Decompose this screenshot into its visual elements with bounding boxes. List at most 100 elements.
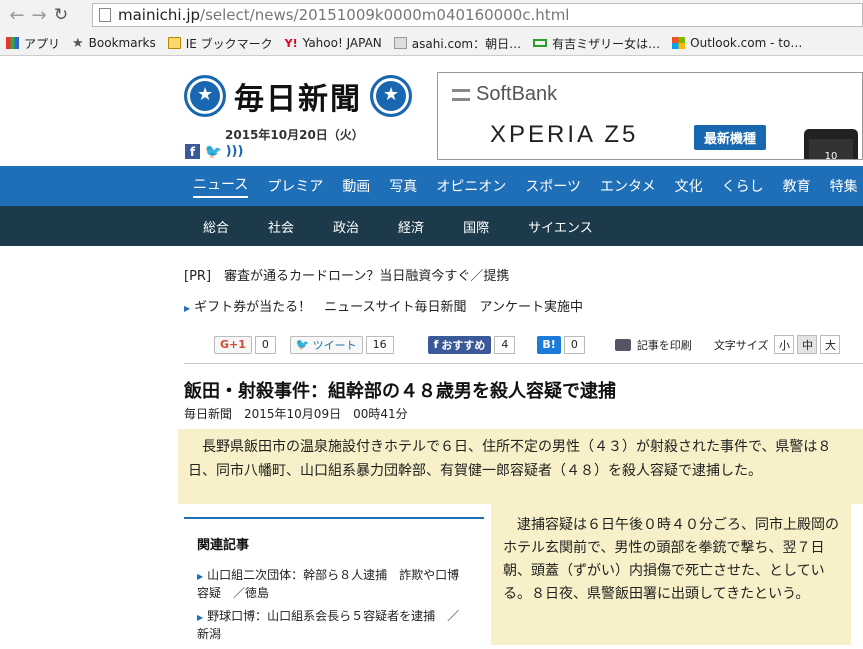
back-arrow-icon[interactable]: ← bbox=[6, 4, 28, 26]
google-plus-button[interactable]: G+1 bbox=[214, 335, 252, 354]
browser-chrome: ← → ↻ mainichi.jp/select/news/20151009k0… bbox=[0, 0, 863, 56]
pr-link[interactable]: [PR] 審査が通るカードローン？当日融資今すぐ／提携 bbox=[184, 265, 509, 284]
subnav-item-economy[interactable]: 経済 bbox=[398, 217, 424, 236]
font-size-large-button[interactable]: 大 bbox=[820, 335, 841, 354]
nav-item-premier[interactable]: プレミア bbox=[267, 176, 323, 196]
reload-icon[interactable]: ↻ bbox=[50, 4, 72, 26]
related-item[interactable]: ▶ 野球口博：山口組系会長ら５容疑者を逮捕 ／新潟 bbox=[197, 608, 484, 643]
share-bar: G+1 0 🐦 ツイート 16 f おすすめ 4 B! 0 記事を印刷 文字サイズ … bbox=[214, 335, 841, 354]
ad-brand: SoftBank bbox=[452, 83, 557, 106]
article-byline: 毎日新聞 2015年10月09日 00時41分 bbox=[184, 407, 408, 421]
sub-nav: 総合 社会 政治 経済 国際 サイエンス bbox=[0, 206, 863, 246]
tweet-button[interactable]: 🐦 ツイート bbox=[289, 335, 363, 354]
site-header: 毎日新聞 2015年10月20日（火） f 🐦 ))) SoftBank XPE… bbox=[0, 56, 863, 166]
hatena-count: 0 bbox=[563, 335, 585, 354]
font-size-medium-button[interactable]: 中 bbox=[797, 335, 818, 354]
nav-item-opinion[interactable]: オピニオン bbox=[436, 176, 506, 196]
social-links: f 🐦 ))) bbox=[185, 144, 244, 160]
nav-item-life[interactable]: くらし bbox=[722, 176, 764, 196]
google-plus-count: 0 bbox=[254, 335, 276, 354]
facebook-recommend-button[interactable]: f おすすめ bbox=[427, 335, 492, 354]
tweet-count: 16 bbox=[365, 335, 394, 354]
forward-arrow-icon[interactable]: → bbox=[28, 4, 50, 26]
yahoo-icon: Y! bbox=[284, 36, 298, 50]
print-button[interactable]: 記事を印刷 bbox=[614, 337, 692, 353]
subnav-item-international[interactable]: 国際 bbox=[463, 217, 489, 236]
bookmark-asahi[interactable]: asahi.com：朝日… bbox=[393, 35, 522, 52]
bookmark-ie[interactable]: IE ブックマーク bbox=[167, 35, 273, 52]
microsoft-icon bbox=[672, 37, 686, 49]
twitter-icon[interactable]: 🐦 bbox=[205, 144, 222, 160]
subnav-item-general[interactable]: 総合 bbox=[203, 217, 229, 236]
nav-item-video[interactable]: 動画 bbox=[342, 176, 370, 196]
nav-item-news[interactable]: ニュース bbox=[193, 174, 249, 198]
bookmark-yahoo[interactable]: Y! Yahoo! JAPAN bbox=[285, 36, 382, 50]
phone-image: 1035 bbox=[804, 129, 858, 159]
main-nav: ニュース プレミア 動画 写真 オピニオン スポーツ エンタメ 文化 くらし 教… bbox=[0, 166, 863, 206]
bookmark-outlook[interactable]: Outlook.com - to… bbox=[672, 36, 802, 50]
mainichi-emblem-icon bbox=[184, 75, 226, 117]
nav-item-sports[interactable]: スポーツ bbox=[525, 176, 581, 196]
twitter-bird-icon: 🐦 bbox=[295, 338, 310, 351]
url-path: /select/news/20151009k0000m040160000c.ht… bbox=[200, 6, 570, 24]
subnav-item-science[interactable]: サイエンス bbox=[528, 217, 593, 236]
nav-item-photo[interactable]: 写真 bbox=[389, 176, 417, 196]
hatena-bookmark-button[interactable]: B! bbox=[537, 335, 561, 354]
article-headline: 飯田・射殺事件：組幹部の４８歳男を殺人容疑で逮捕 bbox=[184, 381, 616, 402]
nav-item-education[interactable]: 教育 bbox=[783, 176, 811, 196]
site-logo[interactable]: 毎日新聞 bbox=[184, 74, 412, 118]
bookmark-label: 有吉ミザリー女は… bbox=[552, 36, 661, 51]
nav-item-culture[interactable]: 文化 bbox=[675, 176, 703, 196]
related-item[interactable]: ▶ 山口組二次団体：幹部ら８人逮捕 詐欺や口博容疑 ／徳島 bbox=[197, 567, 484, 602]
facebook-recommend-label: おすすめ bbox=[441, 338, 486, 352]
bookmark-label: Bookmarks bbox=[88, 36, 156, 50]
subnav-item-politics[interactable]: 政治 bbox=[333, 217, 359, 236]
nav-item-entame[interactable]: エンタメ bbox=[600, 176, 656, 196]
promo-text: ギフト券が当たる！ ニュースサイト毎日新聞 アンケート実施中 bbox=[194, 300, 583, 315]
related-item-text: 野球口博：山口組系会長ら５容疑者を逮捕 ／新潟 bbox=[197, 609, 460, 641]
header-date: 2015年10月20日（火） bbox=[225, 128, 364, 142]
folder-icon bbox=[167, 37, 181, 49]
printer-icon bbox=[614, 338, 631, 351]
bookmark-ariyoshi[interactable]: 有吉ミザリー女は… bbox=[533, 35, 660, 52]
url-host: mainichi.jp bbox=[118, 6, 201, 24]
font-size-label: 文字サイズ bbox=[713, 338, 769, 352]
bookmark-label: asahi.com：朝日… bbox=[411, 36, 522, 51]
logo-text: 毎日新聞 bbox=[234, 82, 362, 117]
bookmark-label: アプリ bbox=[24, 36, 61, 51]
print-label: 記事を印刷 bbox=[636, 338, 692, 352]
page-icon bbox=[99, 8, 111, 22]
apps-icon bbox=[6, 37, 19, 49]
triangle-bullet-icon: ▶ bbox=[197, 613, 204, 622]
share-divider bbox=[184, 363, 863, 364]
facebook-icon[interactable]: f bbox=[185, 144, 200, 159]
promo-link[interactable]: ▶ ギフト券が当たる！ ニュースサイト毎日新聞 アンケート実施中 bbox=[184, 296, 583, 315]
ad-model: XPERIA Z5 bbox=[490, 121, 639, 148]
nav-item-feature[interactable]: 特集 bbox=[830, 176, 858, 196]
bookmark-label: IE ブックマーク bbox=[185, 36, 273, 51]
asahi-icon bbox=[393, 37, 407, 49]
triangle-bullet-icon: ▶ bbox=[197, 572, 204, 581]
banner-ad[interactable]: SoftBank XPERIA Z5 最新機種 1035 bbox=[437, 72, 863, 160]
mainichi-emblem-icon bbox=[370, 75, 412, 117]
facebook-icon: f bbox=[433, 338, 439, 351]
bookmark-label: Yahoo! JAPAN bbox=[302, 36, 382, 50]
bookmark-apps[interactable]: アプリ bbox=[6, 35, 60, 52]
article-lead: 長野県飯田市の温泉施設付きホテルで６日、住所不定の男性（４３）が射殺された事件で… bbox=[178, 429, 863, 504]
ad-brand-text: SoftBank bbox=[476, 83, 558, 105]
address-bar[interactable]: mainichi.jp/select/news/20151009k0000m04… bbox=[92, 3, 863, 27]
triangle-bullet-icon: ▶ bbox=[184, 304, 191, 313]
rss-icon[interactable]: ))) bbox=[226, 144, 244, 159]
subnav-item-society[interactable]: 社会 bbox=[268, 217, 294, 236]
font-size-small-button[interactable]: 小 bbox=[774, 335, 795, 354]
related-title: 関連記事 bbox=[197, 538, 250, 553]
ad-badge: 最新機種 bbox=[694, 125, 767, 150]
tweet-label: ツイート bbox=[312, 338, 357, 352]
article-body: 逮捕容疑は６日午後０時４０分ごろ、同市上殿岡のホテル玄関前で、男性の頭部を拳銃で… bbox=[491, 504, 851, 645]
bookmark-bookmarks[interactable]: ★ Bookmarks bbox=[72, 36, 156, 51]
related-item-text: 山口組二次団体：幹部ら８人逮捕 詐欺や口博容疑 ／徳島 bbox=[197, 568, 460, 600]
bookmark-label: Outlook.com - to… bbox=[690, 36, 803, 50]
facebook-count: 4 bbox=[494, 335, 516, 354]
related-articles: 関連記事 ▶ 山口組二次団体：幹部ら８人逮捕 詐欺や口博容疑 ／徳島 ▶ 野球口博：… bbox=[184, 517, 484, 649]
star-icon: ★ bbox=[72, 35, 84, 51]
